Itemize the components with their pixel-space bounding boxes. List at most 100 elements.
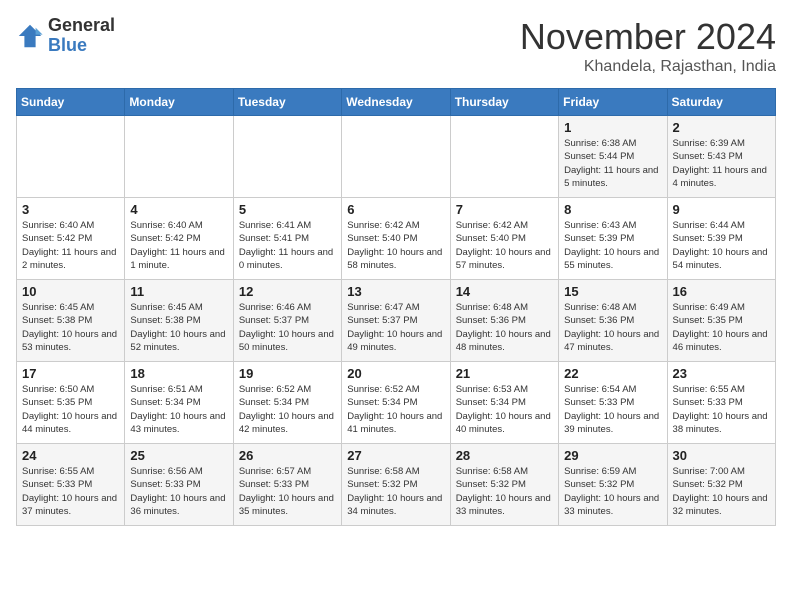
calendar-week-row: 24 Sunrise: 6:55 AMSunset: 5:33 PMDayligh… [17,444,776,526]
day-info: Sunrise: 6:52 AMSunset: 5:34 PMDaylight:… [347,383,444,436]
calendar-cell: 23 Sunrise: 6:55 AMSunset: 5:33 PMDayligh… [667,362,775,444]
day-info: Sunrise: 6:54 AMSunset: 5:33 PMDaylight:… [564,383,661,436]
day-info: Sunrise: 6:50 AMSunset: 5:35 PMDaylight:… [22,383,119,436]
day-info: Sunrise: 6:43 AMSunset: 5:39 PMDaylight:… [564,219,661,272]
day-info: Sunrise: 6:39 AMSunset: 5:43 PMDaylight:… [673,137,770,190]
calendar-cell: 14 Sunrise: 6:48 AMSunset: 5:36 PMDayligh… [450,280,558,362]
location: Khandela, Rajasthan, India [520,58,776,76]
day-info: Sunrise: 6:41 AMSunset: 5:41 PMDaylight:… [239,219,336,272]
calendar-cell: 29 Sunrise: 6:59 AMSunset: 5:32 PMDayligh… [559,444,667,526]
calendar-cell: 17Sunrise: 6:50 AMSunset: 5:35 PMDayligh… [17,362,125,444]
calendar-cell: 15 Sunrise: 6:48 AMSunset: 5:36 PMDayligh… [559,280,667,362]
calendar-cell: 27 Sunrise: 6:58 AMSunset: 5:32 PMDayligh… [342,444,450,526]
calendar-cell: 6 Sunrise: 6:42 AMSunset: 5:40 PMDaylight… [342,198,450,280]
day-number: 22 [564,366,661,381]
day-info: Sunrise: 6:56 AMSunset: 5:33 PMDaylight:… [130,465,227,518]
day-number: 23 [673,366,770,381]
weekday-header: Wednesday [342,89,450,116]
day-number: 10 [22,284,119,299]
day-number: 4 [130,202,227,217]
calendar-cell: 1 Sunrise: 6:38 AMSunset: 5:44 PMDaylight… [559,116,667,198]
day-number: 24 [22,448,119,463]
day-number: 19 [239,366,336,381]
day-number: 15 [564,284,661,299]
calendar-cell: 16 Sunrise: 6:49 AMSunset: 5:35 PMDayligh… [667,280,775,362]
page-header: General Blue November 2024 Khandela, Raj… [16,16,776,76]
day-number: 6 [347,202,444,217]
calendar-body: 1 Sunrise: 6:38 AMSunset: 5:44 PMDaylight… [17,116,776,526]
calendar-week-row: 3 Sunrise: 6:40 AMSunset: 5:42 PMDaylight… [17,198,776,280]
day-number: 18 [130,366,227,381]
calendar-cell: 10 Sunrise: 6:45 AMSunset: 5:38 PMDayligh… [17,280,125,362]
calendar-cell: 18Sunrise: 6:51 AMSunset: 5:34 PMDayligh… [125,362,233,444]
logo-icon [16,22,44,50]
calendar-cell [125,116,233,198]
calendar-week-row: 1 Sunrise: 6:38 AMSunset: 5:44 PMDaylight… [17,116,776,198]
day-info: Sunrise: 6:48 AMSunset: 5:36 PMDaylight:… [564,301,661,354]
day-number: 25 [130,448,227,463]
day-info: Sunrise: 6:55 AMSunset: 5:33 PMDaylight:… [22,465,119,518]
calendar-cell [450,116,558,198]
calendar-cell: 12Sunrise: 6:46 AMSunset: 5:37 PMDayligh… [233,280,341,362]
day-info: Sunrise: 6:58 AMSunset: 5:32 PMDaylight:… [347,465,444,518]
calendar-week-row: 17Sunrise: 6:50 AMSunset: 5:35 PMDayligh… [17,362,776,444]
calendar-cell: 30 Sunrise: 7:00 AMSunset: 5:32 PMDayligh… [667,444,775,526]
day-info: Sunrise: 6:52 AMSunset: 5:34 PMDaylight:… [239,383,336,436]
day-info: Sunrise: 6:58 AMSunset: 5:32 PMDaylight:… [456,465,553,518]
weekday-header: Tuesday [233,89,341,116]
day-number: 9 [673,202,770,217]
day-number: 1 [564,120,661,135]
day-number: 29 [564,448,661,463]
day-info: Sunrise: 6:47 AMSunset: 5:37 PMDaylight:… [347,301,444,354]
day-number: 26 [239,448,336,463]
day-info: Sunrise: 6:45 AMSunset: 5:38 PMDaylight:… [22,301,119,354]
day-number: 11 [130,284,227,299]
calendar-cell [17,116,125,198]
calendar-header: SundayMondayTuesdayWednesdayThursdayFrid… [17,89,776,116]
day-number: 14 [456,284,553,299]
day-number: 3 [22,202,119,217]
day-info: Sunrise: 6:40 AMSunset: 5:42 PMDaylight:… [22,219,119,272]
day-info: Sunrise: 6:55 AMSunset: 5:33 PMDaylight:… [673,383,770,436]
day-number: 13 [347,284,444,299]
calendar-cell [233,116,341,198]
day-info: Sunrise: 6:49 AMSunset: 5:35 PMDaylight:… [673,301,770,354]
weekday-header: Monday [125,89,233,116]
calendar-cell: 9Sunrise: 6:44 AMSunset: 5:39 PMDaylight… [667,198,775,280]
day-number: 8 [564,202,661,217]
calendar-cell: 26 Sunrise: 6:57 AMSunset: 5:33 PMDayligh… [233,444,341,526]
day-number: 16 [673,284,770,299]
calendar-cell: 8 Sunrise: 6:43 AMSunset: 5:39 PMDaylight… [559,198,667,280]
calendar-cell: 3 Sunrise: 6:40 AMSunset: 5:42 PMDaylight… [17,198,125,280]
day-number: 5 [239,202,336,217]
calendar-cell: 20Sunrise: 6:52 AMSunset: 5:34 PMDayligh… [342,362,450,444]
day-info: Sunrise: 6:57 AMSunset: 5:33 PMDaylight:… [239,465,336,518]
calendar-cell: 13 Sunrise: 6:47 AMSunset: 5:37 PMDayligh… [342,280,450,362]
day-number: 21 [456,366,553,381]
logo-general: General [48,16,115,36]
calendar-cell: 21Sunrise: 6:53 AMSunset: 5:34 PMDayligh… [450,362,558,444]
calendar-cell: 7Sunrise: 6:42 AMSunset: 5:40 PMDaylight… [450,198,558,280]
day-info: Sunrise: 6:40 AMSunset: 5:42 PMDaylight:… [130,219,227,272]
day-info: Sunrise: 6:38 AMSunset: 5:44 PMDaylight:… [564,137,661,190]
calendar-cell: 11Sunrise: 6:45 AMSunset: 5:38 PMDayligh… [125,280,233,362]
day-info: Sunrise: 7:00 AMSunset: 5:32 PMDaylight:… [673,465,770,518]
weekday-header: Sunday [17,89,125,116]
calendar-cell: 28 Sunrise: 6:58 AMSunset: 5:32 PMDayligh… [450,444,558,526]
header-row: SundayMondayTuesdayWednesdayThursdayFrid… [17,89,776,116]
calendar-cell: 4 Sunrise: 6:40 AMSunset: 5:42 PMDaylight… [125,198,233,280]
day-info: Sunrise: 6:59 AMSunset: 5:32 PMDaylight:… [564,465,661,518]
day-number: 27 [347,448,444,463]
logo-blue: Blue [48,36,115,56]
day-number: 2 [673,120,770,135]
day-number: 30 [673,448,770,463]
logo: General Blue [16,16,115,56]
title-block: November 2024 Khandela, Rajasthan, India [520,16,776,76]
day-info: Sunrise: 6:48 AMSunset: 5:36 PMDaylight:… [456,301,553,354]
calendar-cell: 19 Sunrise: 6:52 AMSunset: 5:34 PMDayligh… [233,362,341,444]
day-number: 12 [239,284,336,299]
day-number: 28 [456,448,553,463]
day-info: Sunrise: 6:42 AMSunset: 5:40 PMDaylight:… [456,219,553,272]
day-info: Sunrise: 6:42 AMSunset: 5:40 PMDaylight:… [347,219,444,272]
calendar-table: SundayMondayTuesdayWednesdayThursdayFrid… [16,88,776,526]
